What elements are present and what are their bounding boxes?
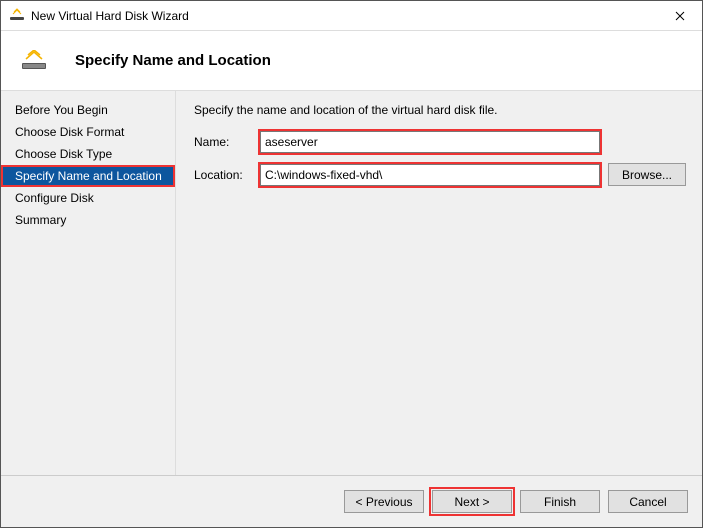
wizard-content: Specify the name and location of the vir… [176,91,702,475]
page-title: Specify Name and Location [75,52,271,69]
wizard-header: Specify Name and Location [1,31,702,91]
next-button[interactable]: Next > [432,490,512,513]
wizard-footer: < Previous Next > Finish Cancel [1,475,702,527]
step-choose-disk-type[interactable]: Choose Disk Type [1,143,175,165]
location-input[interactable] [260,164,600,186]
close-button[interactable] [657,1,702,31]
step-summary[interactable]: Summary [1,209,175,231]
cancel-button[interactable]: Cancel [608,490,688,513]
finish-button[interactable]: Finish [520,490,600,513]
wizard-body: Before You Begin Choose Disk Format Choo… [1,91,702,475]
browse-button[interactable]: Browse... [608,163,686,186]
titlebar: New Virtual Hard Disk Wizard [1,1,702,31]
instruction-text: Specify the name and location of the vir… [194,103,686,117]
wizard-steps-sidebar: Before You Begin Choose Disk Format Choo… [1,91,176,475]
name-input[interactable] [260,131,600,153]
name-row: Name: [194,131,686,153]
app-icon [9,8,25,24]
location-label: Location: [194,168,252,182]
step-configure-disk[interactable]: Configure Disk [1,187,175,209]
location-row: Location: Browse... [194,163,686,186]
name-label: Name: [194,135,252,149]
wizard-window: New Virtual Hard Disk Wizard Specify Nam… [0,0,703,528]
window-title: New Virtual Hard Disk Wizard [31,9,657,23]
disk-icon [21,50,47,72]
step-specify-name-location[interactable]: Specify Name and Location [1,165,175,187]
previous-button[interactable]: < Previous [344,490,424,513]
step-before-you-begin[interactable]: Before You Begin [1,99,175,121]
step-choose-disk-format[interactable]: Choose Disk Format [1,121,175,143]
